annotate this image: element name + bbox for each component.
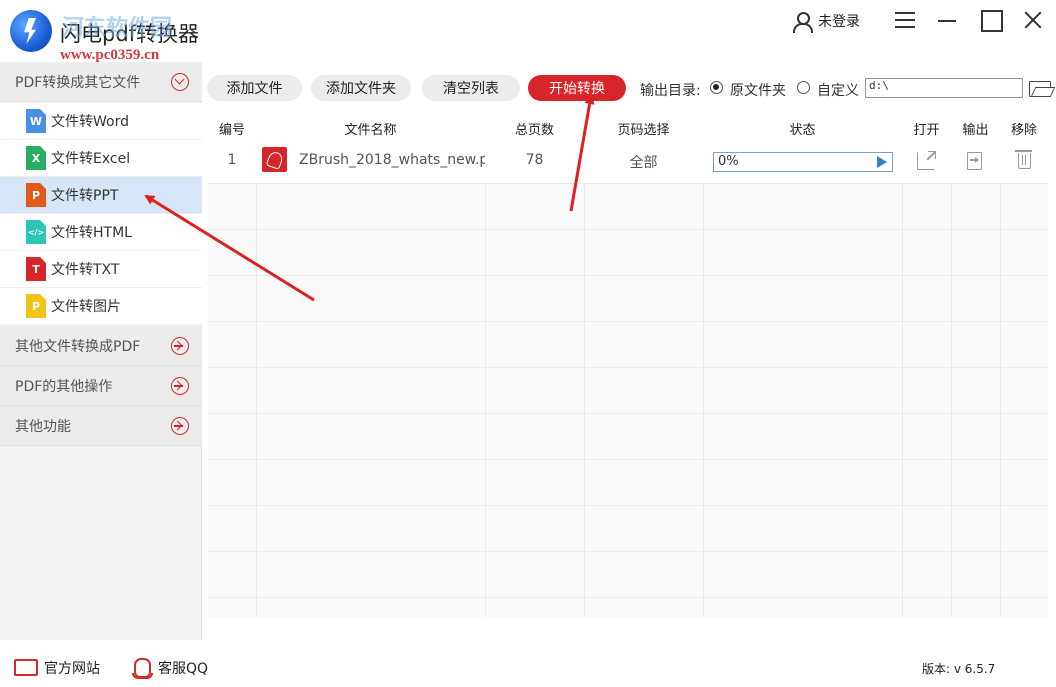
radio-original-folder[interactable] xyxy=(710,81,723,94)
user-icon xyxy=(792,11,813,33)
sidebar-item-label: 文件转HTML xyxy=(51,225,132,241)
col-header-pages: 总页数 xyxy=(514,123,554,138)
folder-open-icon[interactable] xyxy=(1029,79,1051,97)
section-pdf-other-ops[interactable]: PDF的其他操作 xyxy=(0,366,202,406)
sidebar-item-image[interactable]: P 文件转图片 xyxy=(0,288,202,325)
user-login[interactable]: 未登录 xyxy=(792,10,860,33)
col-header-page-select: 页码选择 xyxy=(617,123,670,138)
radio-custom[interactable] xyxy=(797,81,810,94)
support-label: 客服QQ xyxy=(158,661,209,677)
sidebar-item-label: 文件转TXT xyxy=(51,262,120,278)
table-row-empty xyxy=(208,552,1048,598)
file-table: 编号 文件名称 总页数 页码选择 状态 打开 输出 移除 1 ZBrush_20… xyxy=(208,116,1048,617)
section-other-to-pdf[interactable]: 其他文件转换成PDF xyxy=(0,326,202,366)
table-row-empty xyxy=(208,230,1048,276)
sidebar-item-txt[interactable]: T 文件转TXT xyxy=(0,251,202,288)
bottom-bar: 官方网站 客服QQ 版本: v 6.5.7 xyxy=(0,642,1056,687)
menu-icon[interactable] xyxy=(893,8,917,32)
expand-circle-icon xyxy=(171,337,189,355)
sidebar-item-html[interactable]: </> 文件转HTML xyxy=(0,214,202,251)
col-header-output: 输出 xyxy=(962,123,989,138)
sidebar-item-label: 文件转Excel xyxy=(51,151,131,167)
row-page-select[interactable]: 全部 xyxy=(584,152,703,172)
table-row-empty xyxy=(208,506,1048,552)
support-qq-link[interactable]: 客服QQ xyxy=(132,658,209,679)
sidebar-item-ppt[interactable]: P 文件转PPT xyxy=(0,177,202,214)
col-header-index: 编号 xyxy=(218,123,245,138)
start-convert-button[interactable]: 开始转换 xyxy=(528,75,626,101)
sidebar-item-label: 文件转Word xyxy=(51,114,129,130)
open-external-icon[interactable] xyxy=(917,151,936,170)
title-bar: 闪电pdf转换器 河东软件园 www.pc0359.cn 未登录 xyxy=(0,0,1056,63)
sidebar-item-word[interactable]: W 文件转Word xyxy=(0,103,202,140)
toolbar: 添加文件 添加文件夹 清空列表 开始转换 输出目录: 原文件夹 自定义 d:\ xyxy=(204,62,1056,114)
sidebar-item-label: 文件转图片 xyxy=(51,299,121,315)
section-pdf-to-other[interactable]: PDF转换成其它文件 xyxy=(0,62,202,102)
excel-file-icon: X xyxy=(26,146,46,170)
sidebar-item-label: 文件转PPT xyxy=(51,188,119,204)
sidebar: PDF转换成其它文件 W 文件转Word X 文件转Excel P 文件转PPT… xyxy=(0,62,202,640)
table-row-empty xyxy=(208,368,1048,414)
table-row-empty xyxy=(208,414,1048,460)
col-header-filename: 文件名称 xyxy=(344,123,397,138)
col-header-open: 打开 xyxy=(913,123,940,138)
close-icon[interactable] xyxy=(1021,8,1045,32)
word-file-icon: W xyxy=(26,109,46,133)
progress-bar: 0% xyxy=(713,152,893,172)
sidebar-item-excel[interactable]: X 文件转Excel xyxy=(0,140,202,177)
maximize-icon[interactable] xyxy=(979,8,1003,32)
export-icon[interactable] xyxy=(967,152,982,170)
col-header-remove: 移除 xyxy=(1010,123,1037,138)
table-row[interactable]: 1 ZBrush_2018_whats_new.pd 78 全部 0% xyxy=(208,138,1048,184)
row-pages: 78 xyxy=(525,152,544,168)
table-header: 编号 文件名称 总页数 页码选择 状态 打开 输出 移除 xyxy=(208,116,1048,138)
table-row-empty xyxy=(208,322,1048,368)
section-label: 其他文件转换成PDF xyxy=(15,338,141,355)
table-row-empty xyxy=(208,184,1048,230)
trash-icon[interactable] xyxy=(1015,150,1032,169)
add-file-button[interactable]: 添加文件 xyxy=(207,75,302,101)
play-icon[interactable] xyxy=(877,156,887,168)
watermark-text: 河东软件园 xyxy=(62,15,173,41)
ppt-file-icon: P xyxy=(26,183,46,207)
table-row-empty xyxy=(208,460,1048,506)
html-file-icon: </> xyxy=(26,220,46,244)
section-other-functions[interactable]: 其他功能 xyxy=(0,406,202,446)
progress-text: 0% xyxy=(718,154,739,169)
radio-original-label: 原文件夹 xyxy=(730,83,786,99)
app-logo-icon xyxy=(10,10,52,52)
output-dir-label: 输出目录: xyxy=(640,83,701,99)
add-folder-button[interactable]: 添加文件夹 xyxy=(311,75,411,101)
website-label: 官方网站 xyxy=(44,661,100,677)
radio-custom-label: 自定义 xyxy=(817,83,859,99)
section-label: PDF转换成其它文件 xyxy=(15,74,141,91)
version-label: 版本: v 6.5.7 xyxy=(922,662,996,676)
output-path-input[interactable]: d:\ xyxy=(865,78,1023,98)
user-login-label: 未登录 xyxy=(818,14,860,30)
col-header-status: 状态 xyxy=(789,123,816,138)
pdf-file-icon xyxy=(262,147,287,172)
row-filename: ZBrush_2018_whats_new.pd xyxy=(299,152,485,168)
section-label: PDF的其他操作 xyxy=(15,378,113,395)
expand-circle-icon xyxy=(171,417,189,435)
section-label: 其他功能 xyxy=(15,418,71,435)
website-link[interactable]: 官方网站 xyxy=(14,658,100,678)
table-row-empty xyxy=(208,276,1048,322)
collapse-circle-icon xyxy=(171,73,189,91)
txt-file-icon: T xyxy=(26,257,46,281)
expand-circle-icon xyxy=(171,377,189,395)
qq-icon xyxy=(132,658,153,679)
monitor-icon xyxy=(14,659,38,677)
clear-list-button[interactable]: 清空列表 xyxy=(422,75,520,101)
app-window: 闪电pdf转换器 河东软件园 www.pc0359.cn 未登录 PDF转换成其… xyxy=(0,0,1056,687)
minimize-icon[interactable] xyxy=(936,8,960,32)
row-index: 1 xyxy=(227,152,237,168)
image-file-icon: P xyxy=(26,294,46,318)
